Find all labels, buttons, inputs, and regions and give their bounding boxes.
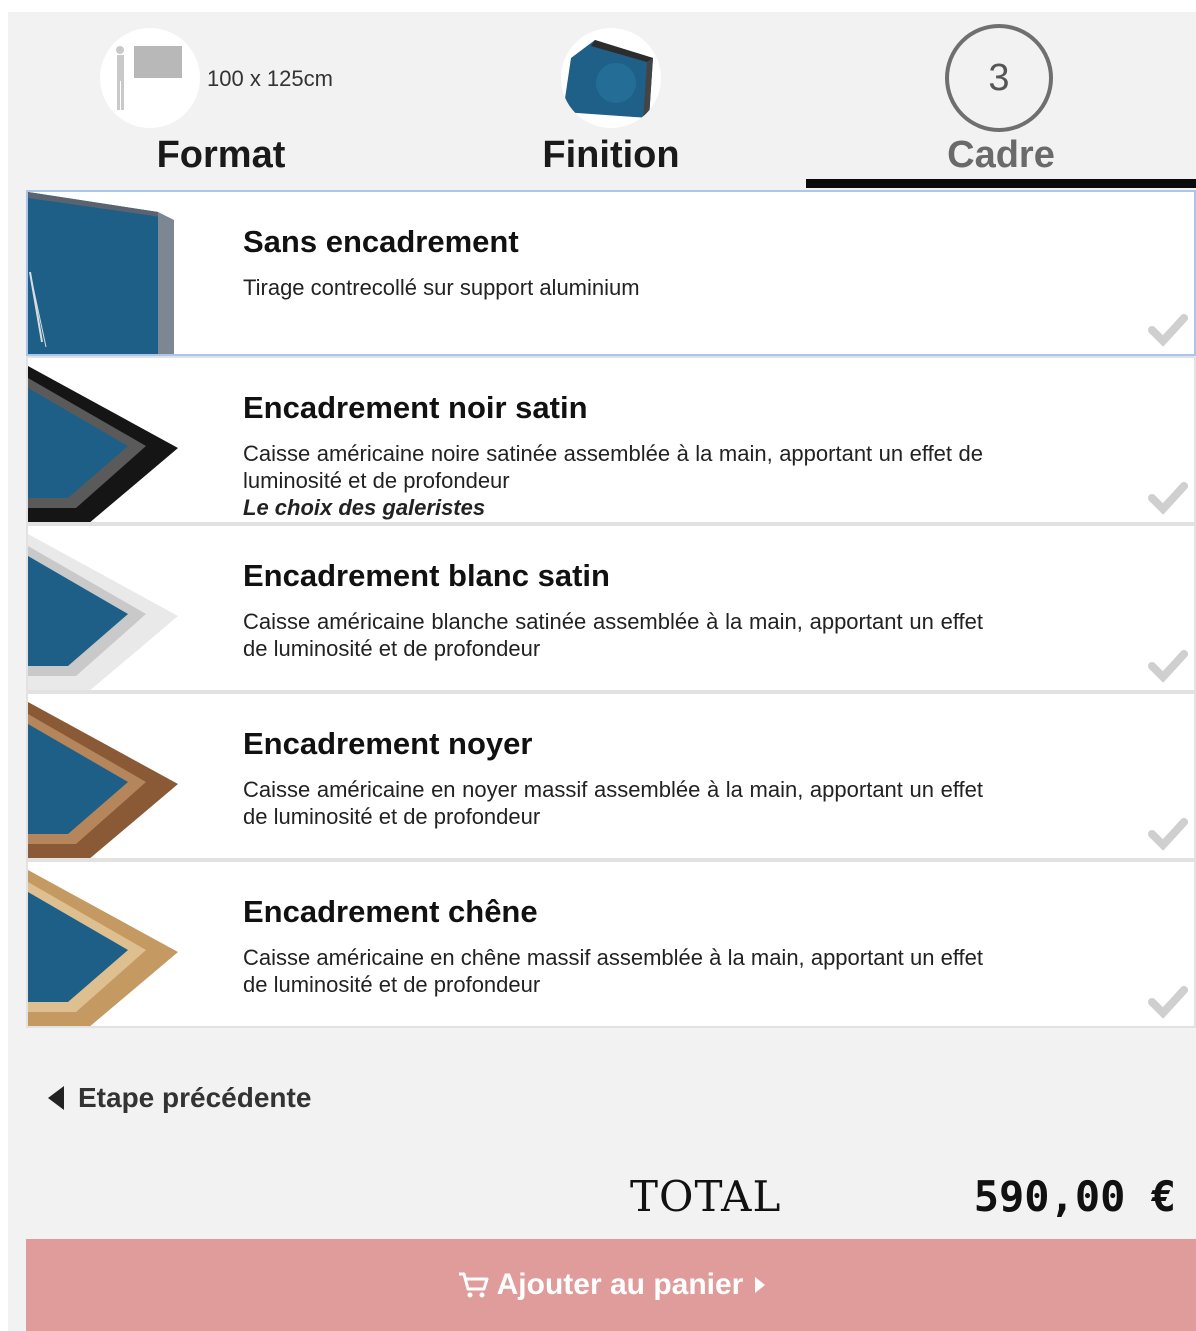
format-thumbnail <box>100 28 200 128</box>
walnut-frame-image <box>28 694 188 858</box>
option-thumbnail <box>28 694 188 858</box>
unframed-print-image <box>28 192 188 354</box>
caret-right-icon <box>755 1277 766 1293</box>
total-price: 590,00 € <box>973 1172 1176 1221</box>
step-number-badge: 3 <box>945 24 1053 132</box>
checkmark-icon <box>1148 650 1188 683</box>
option-title: Encadrement noir satin <box>243 390 588 425</box>
person-scale-icon <box>116 46 182 110</box>
previous-step-label: Etape précédente <box>78 1082 312 1113</box>
aluminium-print-icon <box>563 40 653 120</box>
option-thumbnail <box>28 358 188 522</box>
configurator-panel: 100 x 125cm Format Finition 3 Cadre Sans… <box>8 12 1196 1331</box>
option-thumbnail <box>28 192 188 354</box>
step-finition[interactable]: Finition <box>416 12 806 192</box>
step-cadre-label: Cadre <box>947 134 1055 176</box>
format-size: 100 x 125cm <box>207 66 333 91</box>
active-step-indicator <box>806 179 1196 188</box>
option-description-text: Caisse américaine blanche satinée assemb… <box>243 609 983 661</box>
step-cadre[interactable]: 3 Cadre <box>806 12 1196 192</box>
option-description: Caisse américaine en chêne massif assemb… <box>243 944 983 998</box>
option-thumbnail <box>28 862 188 1026</box>
checkmark-icon <box>1148 482 1188 515</box>
step-format-label: Format <box>156 134 286 176</box>
option-tagline: Le choix des galeristes <box>243 495 486 520</box>
white-frame-image <box>28 526 188 690</box>
step-format[interactable]: 100 x 125cm Format <box>26 12 416 192</box>
option-description-text: Tirage contrecollé sur support aluminium <box>243 275 640 300</box>
oak-frame-image <box>28 862 188 1026</box>
option-description: Tirage contrecollé sur support aluminium <box>243 274 983 301</box>
black-frame-image <box>28 358 188 522</box>
shopping-cart-icon <box>458 1272 489 1298</box>
option-title: Encadrement blanc satin <box>243 558 610 593</box>
option-title: Encadrement chêne <box>243 894 538 929</box>
add-to-cart-label: Ajouter au panier <box>496 1268 744 1301</box>
checkmark-icon <box>1148 314 1188 347</box>
previous-step-link[interactable]: Etape précédente <box>48 1082 311 1114</box>
caret-left-icon <box>48 1086 64 1110</box>
option-description-text: Caisse américaine en noyer massif assemb… <box>243 777 983 829</box>
option-sans-encadrement[interactable]: Sans encadrement Tirage contrecollé sur … <box>26 190 1196 356</box>
frame-option-list: Sans encadrement Tirage contrecollé sur … <box>26 190 1196 1028</box>
checkmark-icon <box>1148 986 1188 1019</box>
add-to-cart-button[interactable]: Ajouter au panier <box>26 1239 1196 1331</box>
option-noir-satin[interactable]: Encadrement noir satin Caisse américaine… <box>26 356 1196 524</box>
option-description: Caisse américaine blanche satinée assemb… <box>243 608 983 662</box>
option-thumbnail <box>28 526 188 690</box>
option-description-text: Caisse américaine en chêne massif assemb… <box>243 945 983 997</box>
option-description-text: Caisse américaine noire satinée assemblé… <box>243 441 983 493</box>
total-label: TOTAL <box>630 1172 782 1221</box>
option-description: Caisse américaine noire satinée assemblé… <box>243 440 983 521</box>
option-title: Sans encadrement <box>243 224 519 259</box>
checkmark-icon <box>1148 818 1188 851</box>
step-number: 3 <box>988 56 1010 99</box>
option-description: Caisse américaine en noyer massif assemb… <box>243 776 983 830</box>
option-noyer[interactable]: Encadrement noyer Caisse américaine en n… <box>26 692 1196 860</box>
option-chene[interactable]: Encadrement chêne Caisse américaine en c… <box>26 860 1196 1028</box>
finition-thumbnail <box>561 28 661 128</box>
option-title: Encadrement noyer <box>243 726 533 761</box>
step-finition-label: Finition <box>542 134 680 176</box>
step-header: 100 x 125cm Format Finition 3 Cadre <box>8 12 1196 192</box>
option-blanc-satin[interactable]: Encadrement blanc satin Caisse américain… <box>26 524 1196 692</box>
